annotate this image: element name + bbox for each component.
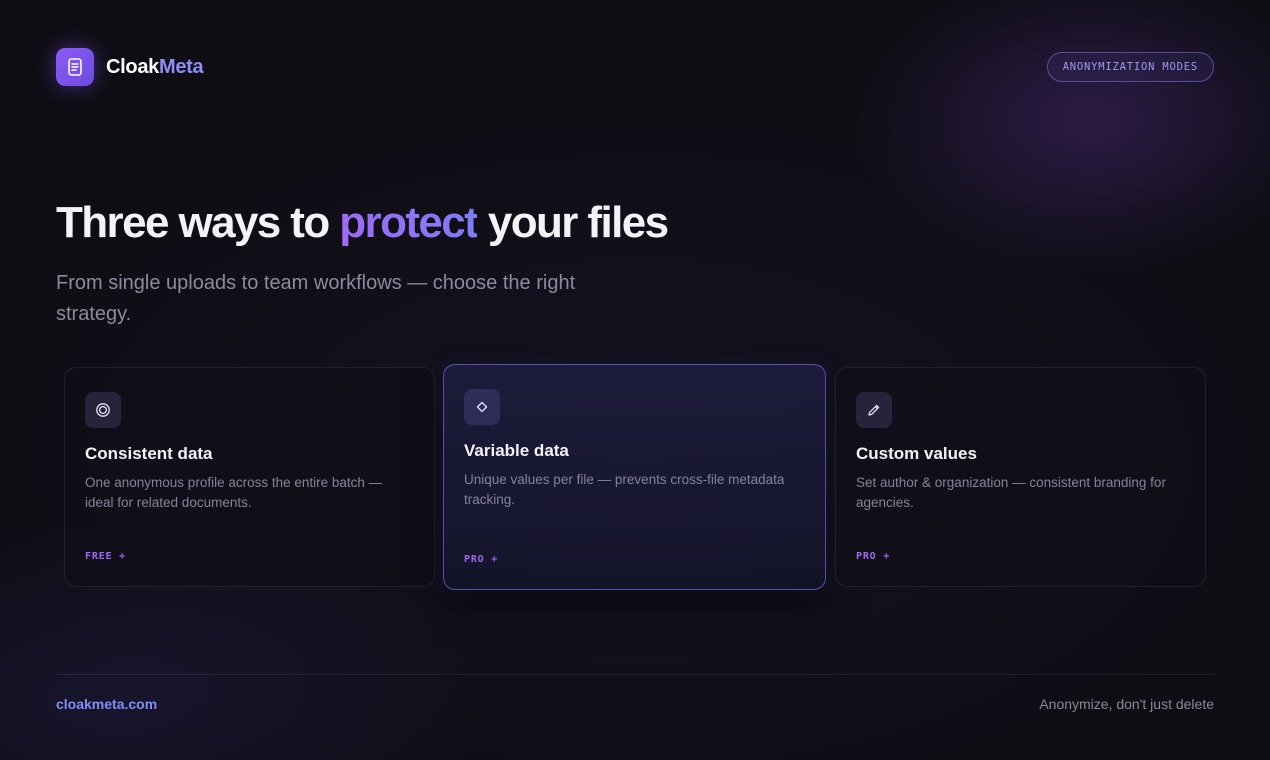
card-title: Custom values xyxy=(856,444,977,463)
hero-title: Three ways to protect your files xyxy=(56,198,669,247)
card-description: Set author & organization — consistent b… xyxy=(856,475,1166,510)
brand[interactable]: CloakMeta xyxy=(56,48,204,86)
footer-divider xyxy=(56,674,1214,675)
page: CloakMeta ANONYMIZATION MODES Three ways… xyxy=(0,0,1270,760)
brand-logo xyxy=(56,48,94,86)
hero-subtitle: From single uploads to team workflows — … xyxy=(56,272,576,325)
mode-card-consistent[interactable]: Consistent data One anonymous profile ac… xyxy=(64,367,435,587)
diamond-icon xyxy=(476,401,488,413)
card-icon-container xyxy=(85,392,121,428)
pencil-icon xyxy=(868,404,880,416)
brand-name: CloakMeta xyxy=(106,55,204,78)
card-description: One anonymous profile across the entire … xyxy=(85,475,383,510)
mode-badge: ANONYMIZATION MODES xyxy=(1046,52,1214,82)
card-description: Unique values per file — prevents cross-… xyxy=(464,472,785,507)
card-title: Variable data xyxy=(464,441,569,460)
document-icon xyxy=(68,58,82,76)
mode-card-variable[interactable]: Variable data Unique values per file — p… xyxy=(443,364,826,590)
card-tier-label: FREE + xyxy=(85,551,126,562)
footer-site-link[interactable]: cloakmeta.com xyxy=(56,696,157,712)
card-icon-container xyxy=(856,392,892,428)
card-tier-label: PRO + xyxy=(856,551,891,562)
card-tier-label: PRO + xyxy=(464,554,499,565)
footer-tagline: Anonymize, don't just delete xyxy=(1039,696,1214,712)
card-icon-container xyxy=(464,389,500,425)
card-title: Consistent data xyxy=(85,444,213,463)
hero-title-highlight: protect xyxy=(339,198,479,247)
mode-card-custom[interactable]: Custom values Set author & organization … xyxy=(835,367,1206,587)
target-icon xyxy=(96,403,110,417)
